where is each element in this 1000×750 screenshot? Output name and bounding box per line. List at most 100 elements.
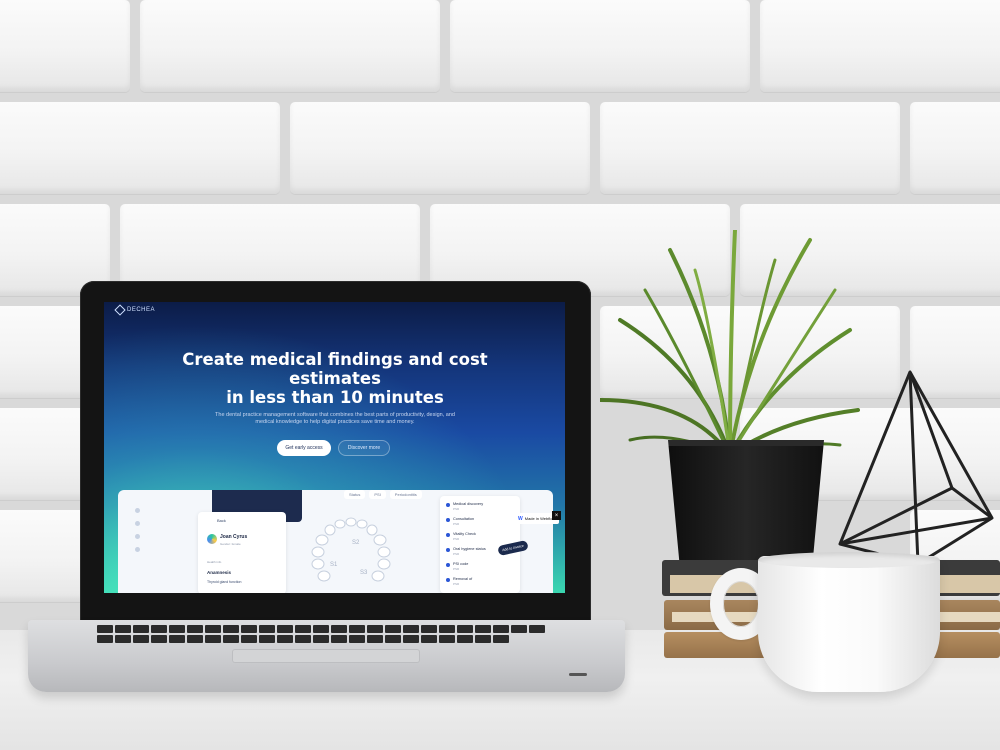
keyboard-key	[133, 625, 149, 633]
finding-sub: PSR	[453, 551, 460, 556]
keyboard-key	[511, 625, 527, 633]
finding-title: Vitality Check	[453, 532, 476, 536]
webflow-icon: W	[518, 515, 523, 522]
brick	[450, 0, 750, 92]
keyboard-key	[457, 625, 473, 633]
keyboard-key	[421, 625, 437, 633]
finding-check-icon	[446, 548, 450, 552]
finding-title: Removal of	[453, 577, 473, 581]
keyboard-key	[187, 625, 203, 633]
tooth-region-label: S1	[330, 562, 338, 568]
brick	[600, 102, 900, 194]
keyboard-key	[115, 625, 131, 633]
keyboard-key	[223, 635, 239, 643]
keyboard-key	[439, 625, 455, 633]
keyboard-key	[313, 635, 329, 643]
keyboard-key	[529, 625, 545, 633]
patient-meta: Gender: female	[220, 542, 241, 546]
finding-check-icon	[446, 533, 450, 537]
finding-item[interactable]: Vitality Check PSR	[446, 532, 476, 541]
dechea-logo-icon	[114, 304, 126, 316]
keyboard-key	[295, 635, 311, 643]
keyboard-key	[385, 625, 401, 633]
finding-item[interactable]: PSI code PSR	[446, 562, 468, 571]
brick	[0, 0, 130, 92]
get-early-access-button[interactable]: Get early access	[277, 440, 331, 456]
sidebar-icon[interactable]	[134, 508, 140, 513]
keyboard-key	[439, 635, 455, 643]
keyboard-key	[259, 625, 275, 633]
finding-item[interactable]: Oral hygiene status PSR	[446, 547, 486, 556]
tab-status[interactable]: Status	[344, 490, 366, 499]
keyboard-key	[367, 625, 383, 633]
keyboard-key	[331, 625, 347, 633]
keyboard-key	[97, 625, 113, 633]
keyboard-key	[115, 635, 131, 643]
finding-item[interactable]: Medical discovery PSR	[446, 502, 483, 511]
keyboard-key	[331, 635, 347, 643]
patient-card: Back Joan Cyrus Gender: female Health in…	[198, 512, 286, 593]
patient-avatar	[207, 534, 217, 544]
finding-sub: PSR	[453, 506, 460, 511]
keyboard-key	[295, 625, 311, 633]
hero-subtitle: The dental practice management software …	[190, 412, 480, 426]
finding-item[interactable]: Removal of PSR	[446, 577, 472, 586]
keyboard-key	[457, 635, 473, 643]
brick	[290, 102, 590, 194]
laptop-keyboard	[96, 624, 556, 644]
finding-title: PSI code	[453, 562, 469, 566]
thyroid-label: Thyroid gland function	[207, 580, 242, 584]
chart-tabs: Status PSI Periodontitis	[344, 490, 422, 499]
keyboard-key	[277, 635, 293, 643]
geometric-terrarium	[838, 370, 994, 566]
hero-subtitle-line: The dental practice management software …	[215, 412, 455, 418]
cup-rim	[758, 552, 940, 568]
sidebar-icon[interactable]	[134, 534, 140, 539]
close-icon[interactable]: ×	[552, 511, 561, 520]
hero-title-line: estimates	[289, 369, 381, 388]
keyboard-key	[241, 625, 257, 633]
tab-periodontitis[interactable]: Periodontitis	[389, 490, 422, 499]
keyboard-key	[493, 625, 509, 633]
finding-check-icon	[446, 518, 450, 522]
site-logo[interactable]: DECHEA	[114, 304, 156, 316]
keyboard-key	[475, 635, 491, 643]
back-link[interactable]: Back	[217, 518, 226, 523]
keyboard-key	[349, 625, 365, 633]
keyboard-key	[205, 635, 221, 643]
tab-psi[interactable]: PSI	[369, 490, 386, 499]
tooth-chart[interactable]	[304, 516, 398, 588]
webflow-badge-label: Made in Webflow	[524, 516, 556, 521]
laptop-indicator	[569, 673, 587, 676]
keyboard-key	[403, 625, 419, 633]
keyboard-key	[151, 635, 167, 643]
keyboard-key	[349, 635, 365, 643]
keyboard-key	[241, 635, 257, 643]
anamnesis-label[interactable]: Anamnesis	[207, 570, 231, 575]
finding-sub: PSR	[453, 521, 460, 526]
keyboard-key	[493, 635, 509, 643]
discover-more-button[interactable]: Discover more	[338, 440, 390, 456]
keyboard-key	[313, 625, 329, 633]
finding-check-icon	[446, 503, 450, 507]
brick	[910, 102, 1000, 194]
sidebar-icon[interactable]	[134, 521, 140, 526]
coffee-cup	[758, 556, 940, 692]
keyboard-key	[133, 635, 149, 643]
hero-title-line: Create medical findings and cost	[182, 350, 488, 369]
brick	[0, 102, 280, 194]
finding-sub: PSR	[453, 566, 460, 571]
logo-text: DECHEA	[127, 307, 156, 313]
finding-item[interactable]: Consultation PSR	[446, 517, 474, 526]
keyboard-key	[205, 625, 221, 633]
hero-subtitle-line: medical knowledge to help digital practi…	[255, 419, 415, 425]
app-preview: Status PSI Periodontitis Back Joan Cyrus…	[118, 490, 553, 593]
hero-title: Create medical findings and cost estimat…	[180, 350, 490, 407]
finding-sub: PSR	[453, 536, 460, 541]
plant-leaves	[600, 230, 860, 457]
tooth-region-label: S3	[360, 570, 368, 576]
keyboard-key	[277, 625, 293, 633]
finding-title: Oral hygiene status	[453, 547, 486, 551]
sidebar-icon[interactable]	[134, 547, 140, 552]
keyboard-key	[187, 635, 203, 643]
